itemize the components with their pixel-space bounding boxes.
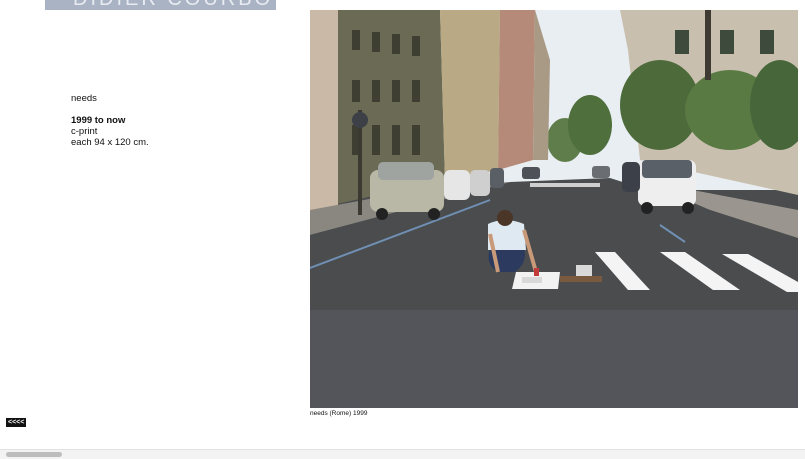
series-title: needs <box>71 93 97 104</box>
work-years: 1999 to now <box>71 115 126 126</box>
page: DIDIER COURBOT needs 1999 to now c-print… <box>0 0 805 459</box>
photo-caption: needs (Rome) 1999 <box>310 410 368 417</box>
site-title: DIDIER COURBOT <box>73 0 276 10</box>
back-link[interactable]: <<<< <box>6 418 27 427</box>
site-banner[interactable]: DIDIER COURBOT <box>45 0 276 10</box>
artwork-photo <box>310 10 798 408</box>
work-info: needs 1999 to now c-print each 94 x 120 … <box>71 93 149 148</box>
horizontal-scrollbar[interactable] <box>0 449 805 459</box>
work-medium: c-print <box>71 126 98 137</box>
scrollbar-thumb[interactable] <box>6 452 62 457</box>
work-dimensions: each 94 x 120 cm. <box>71 137 149 148</box>
